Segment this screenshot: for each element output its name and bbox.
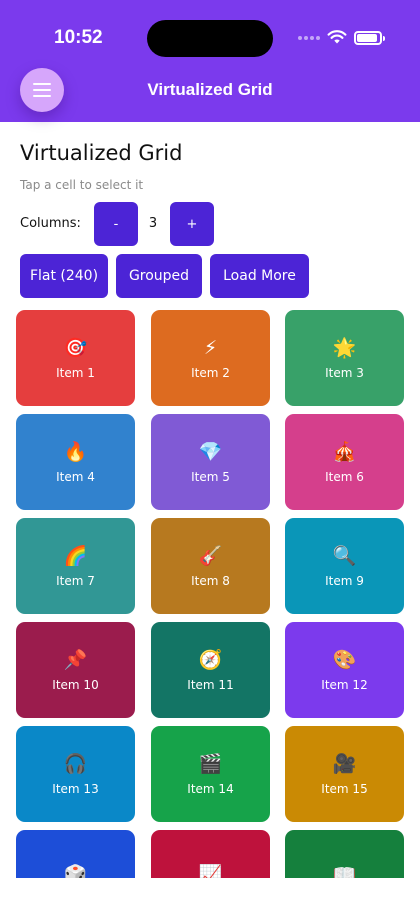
grid-cell[interactable]: 🔥 Item 4 — [16, 414, 135, 510]
cell-emoji-icon: 🌈 — [63, 545, 88, 567]
columns-label: Columns: — [20, 216, 81, 231]
grid-cell[interactable]: 💎 Item 5 — [151, 414, 270, 510]
app-header: 10:52 Virtualized Grid — [0, 0, 420, 122]
grid-cell[interactable]: 🎪 Item 6 — [285, 414, 404, 510]
grid-cell[interactable]: 📖 — [285, 830, 404, 878]
grid-cell[interactable]: 🎥 Item 15 — [285, 726, 404, 822]
grid-cell[interactable]: 📈 — [151, 830, 270, 878]
grid-cell[interactable]: 🎯 Item 1 — [16, 310, 135, 406]
cell-emoji-icon: 📈 — [198, 864, 223, 878]
cell-emoji-icon: 🔥 — [63, 441, 88, 463]
item-grid: 🎯 Item 1 ⚡ Item 2 🌟 Item 3 🔥 Item 4 💎 Item 5 🎪 Item… — [0, 310, 420, 878]
cell-emoji-icon: 🎸 — [198, 545, 223, 567]
cell-emoji-icon: 🎲 — [63, 864, 88, 878]
cell-emoji-icon: 🎬 — [198, 753, 223, 775]
cell-label: Item 6 — [325, 470, 364, 484]
cell-emoji-icon: ⚡ — [203, 337, 218, 359]
status-time: 10:52 — [54, 27, 103, 48]
cell-label: Item 10 — [52, 678, 99, 692]
grid-cell[interactable]: 📌 Item 10 — [16, 622, 135, 718]
cell-label: Item 3 — [325, 366, 364, 380]
grid-cell[interactable]: 🧭 Item 11 — [151, 622, 270, 718]
grid-cell[interactable]: 🎸 Item 8 — [151, 518, 270, 614]
increase-columns-button[interactable]: + — [170, 202, 214, 246]
cell-label: Item 13 — [52, 782, 99, 796]
cell-label: Item 14 — [187, 782, 234, 796]
cell-emoji-icon: 📌 — [63, 649, 88, 671]
cell-label: Item 12 — [321, 678, 368, 692]
grid-cell[interactable]: 🎲 — [16, 830, 135, 878]
bottom-safe-area — [0, 878, 420, 912]
wifi-icon — [327, 30, 347, 44]
cell-emoji-icon: 🎪 — [332, 441, 357, 463]
flat-mode-button[interactable]: Flat (240) — [20, 254, 108, 298]
status-bar: 10:52 — [0, 0, 420, 76]
grid-cell[interactable]: 🔍 Item 9 — [285, 518, 404, 614]
signal-icon — [298, 36, 320, 40]
cell-label: Item 8 — [191, 574, 230, 588]
decrease-columns-button[interactable]: - — [94, 202, 138, 246]
load-more-button[interactable]: Load More — [210, 254, 309, 298]
page-title: Virtualized Grid — [20, 141, 183, 165]
nav-title: Virtualized Grid — [147, 80, 273, 99]
cell-emoji-icon: 🎯 — [63, 337, 88, 359]
grid-cell[interactable]: 🎬 Item 14 — [151, 726, 270, 822]
cell-label: Item 1 — [56, 366, 95, 380]
cell-emoji-icon: 🎥 — [332, 753, 357, 775]
grouped-mode-button[interactable]: Grouped — [116, 254, 202, 298]
cell-label: Item 15 — [321, 782, 368, 796]
cell-label: Item 2 — [191, 366, 230, 380]
battery-icon — [354, 31, 385, 45]
cell-label: Item 5 — [191, 470, 230, 484]
cell-label: Item 4 — [56, 470, 95, 484]
cell-emoji-icon: 🌟 — [332, 337, 357, 359]
cell-emoji-icon: 🎧 — [63, 753, 88, 775]
columns-value: 3 — [148, 216, 158, 231]
cell-emoji-icon: 📖 — [332, 864, 357, 878]
cell-emoji-icon: 🎨 — [332, 649, 357, 671]
grid-cell[interactable]: 🌈 Item 7 — [16, 518, 135, 614]
grid-cell[interactable]: 🎨 Item 12 — [285, 622, 404, 718]
cell-label: Item 9 — [325, 574, 364, 588]
columns-control: Columns: - 3 + — [20, 202, 420, 246]
grid-cell[interactable]: ⚡ Item 2 — [151, 310, 270, 406]
cell-label: Item 11 — [187, 678, 234, 692]
cell-emoji-icon: 🔍 — [332, 545, 357, 567]
cell-emoji-icon: 🧭 — [198, 649, 223, 671]
cell-label: Item 7 — [56, 574, 95, 588]
cell-emoji-icon: 💎 — [198, 441, 223, 463]
grid-cell[interactable]: 🎧 Item 13 — [16, 726, 135, 822]
dynamic-island — [147, 20, 273, 57]
page-subtitle: Tap a cell to select it — [20, 178, 144, 192]
grid-cell[interactable]: 🌟 Item 3 — [285, 310, 404, 406]
